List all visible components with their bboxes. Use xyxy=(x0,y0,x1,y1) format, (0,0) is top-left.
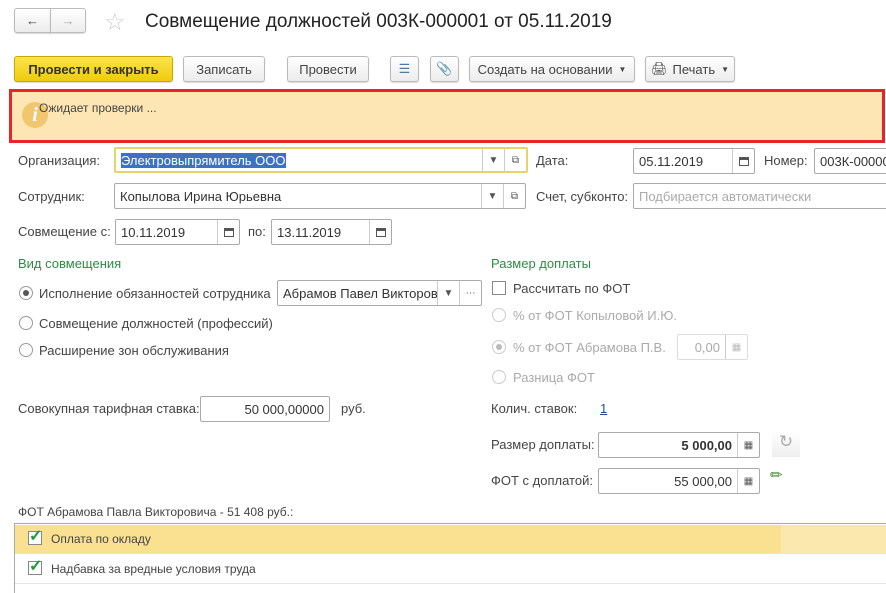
row-checkbox[interactable]: ✓ xyxy=(28,558,42,575)
favorite-star-icon[interactable]: ☆ xyxy=(104,8,126,37)
from-date-field[interactable]: 10.11.2019 xyxy=(115,219,240,245)
dropdown-icon[interactable]: ▼ xyxy=(437,281,459,305)
employee-label: Сотрудник: xyxy=(18,189,85,204)
percent-field[interactable]: 0,00 ▦ xyxy=(677,334,748,360)
rate-unit: руб. xyxy=(341,401,366,416)
number-value: 003К-000001 xyxy=(820,153,886,169)
kind-radio-0[interactable] xyxy=(19,286,33,300)
page-title: Совмещение должностей 003К-000001 от 05.… xyxy=(145,11,612,32)
account-field[interactable]: Подбирается автоматически xyxy=(633,183,886,209)
print-button[interactable]: 🖨 Печать ▼ xyxy=(645,56,735,82)
from-value: 10.11.2019 xyxy=(121,224,186,240)
count-link[interactable]: 1 xyxy=(600,401,607,416)
dropdown-icon[interactable]: ▼ xyxy=(481,184,503,208)
calculator-icon[interactable]: ▦ xyxy=(737,469,759,493)
to-label: по: xyxy=(248,224,266,239)
surcharge-field[interactable]: 5 000,00 ▦ xyxy=(598,432,760,458)
employee-field[interactable]: Копылова Ирина Юрьевна ▼ ⧉ xyxy=(114,183,526,209)
kind-section-title: Вид совмещения xyxy=(18,256,122,271)
surcharge-value: 5 000,00 xyxy=(681,437,732,453)
rate-field[interactable]: 50 000,00000 xyxy=(200,396,330,422)
pay-option-0[interactable]: % от ФОТ Копыловой И.Ю. xyxy=(513,308,677,323)
kind-option-0[interactable]: Исполнение обязанностей сотрудника xyxy=(39,286,271,301)
calendar-icon[interactable] xyxy=(369,220,391,244)
calculator-icon[interactable]: ▦ xyxy=(737,433,759,457)
message-panel: i Ожидает проверки ... xyxy=(9,89,885,143)
fot-total-field[interactable]: 55 000,00 ▦ xyxy=(598,468,760,494)
pay-radio-1[interactable] xyxy=(492,340,506,354)
calendar-icon[interactable] xyxy=(732,149,754,173)
pay-radio-0[interactable] xyxy=(492,308,506,322)
back-button[interactable]: ← xyxy=(14,8,51,33)
create-based-on-button[interactable]: Создать на основании ▼ xyxy=(469,56,635,82)
number-field[interactable]: 003К-000001 xyxy=(814,148,886,174)
refresh-icon[interactable]: ↻ xyxy=(772,432,800,457)
replaced-employee-value: Абрамов Павел Викторович xyxy=(283,285,437,301)
org-value: Электровыпрямитель ООО xyxy=(121,152,286,168)
fot-table-title: ФОТ Абрамова Павла Викторовича - 51 408 … xyxy=(18,505,294,519)
print-label: Печать xyxy=(672,61,716,77)
account-placeholder: Подбирается автоматически xyxy=(639,188,812,204)
post-and-close-button[interactable]: Провести и закрыть xyxy=(14,56,173,82)
calc-by-fot-checkbox[interactable] xyxy=(492,281,506,295)
pay-option-1[interactable]: % от ФОТ Абрамова П.В. xyxy=(513,340,666,355)
calculator-icon[interactable]: ▦ xyxy=(725,335,747,359)
surcharge-label: Размер доплаты: xyxy=(491,437,595,452)
save-button[interactable]: Записать xyxy=(183,56,265,82)
org-field[interactable]: Электровыпрямитель ООО ▼ ⧉ xyxy=(114,147,528,173)
open-icon[interactable]: ⧉ xyxy=(504,149,526,171)
row-label: Надбавка за вредные условия труда xyxy=(51,562,256,576)
pay-radio-2[interactable] xyxy=(492,370,506,384)
checkmark-icon: ✓ xyxy=(29,528,43,545)
attachment-icon[interactable]: 📎 xyxy=(430,56,459,82)
to-date-field[interactable]: 13.11.2019 xyxy=(271,219,392,245)
kind-radio-2[interactable] xyxy=(19,343,33,357)
kind-radio-1[interactable] xyxy=(19,316,33,330)
replaced-employee-field[interactable]: Абрамов Павел Викторович ▼ ⋯ xyxy=(277,280,482,306)
employee-value: Копылова Ирина Юрьевна xyxy=(120,188,282,204)
list-icon[interactable]: ☰ xyxy=(390,56,419,82)
message-text: Ожидает проверки ... xyxy=(39,101,157,115)
chevron-down-icon: ▼ xyxy=(618,64,627,74)
account-label: Счет, субконто: xyxy=(536,189,629,204)
kind-option-2[interactable]: Расширение зон обслуживания xyxy=(39,343,229,358)
table-row[interactable]: ✓ Оплата по окладу xyxy=(15,525,886,554)
pay-option-2[interactable]: Разница ФОТ xyxy=(513,370,595,385)
checkmark-icon: ✓ xyxy=(29,558,43,575)
to-value: 13.11.2019 xyxy=(277,224,342,240)
kind-option-1[interactable]: Совмещение должностей (профессий) xyxy=(39,316,273,331)
row-label: Оплата по окладу xyxy=(51,532,151,546)
printer-icon: 🖨 xyxy=(650,61,668,76)
rate-value: 50 000,00000 xyxy=(244,401,324,417)
dropdown-icon[interactable]: ▼ xyxy=(482,149,504,171)
post-button[interactable]: Провести xyxy=(287,56,369,82)
chevron-down-icon: ▼ xyxy=(721,64,730,74)
date-label: Дата: xyxy=(536,153,569,168)
pencil-icon[interactable]: ✏ xyxy=(770,466,783,484)
fot-total-label: ФОТ с доплатой: xyxy=(491,473,593,488)
open-icon[interactable]: ⧉ xyxy=(503,184,525,208)
rate-label: Совокупная тарифная ставка: xyxy=(18,401,200,416)
count-label: Колич. ставок: xyxy=(491,401,578,416)
row-checkbox[interactable]: ✓ xyxy=(28,528,42,545)
fot-table: ✓ Оплата по окладу ✓ Надбавка за вредные… xyxy=(14,523,886,593)
org-label: Организация: xyxy=(18,153,101,168)
date-field[interactable]: 05.11.2019 xyxy=(633,148,755,174)
calendar-icon[interactable] xyxy=(217,220,239,244)
pay-section-title: Размер доплаты xyxy=(491,256,591,271)
from-label: Совмещение с: xyxy=(18,224,111,239)
number-label: Номер: xyxy=(764,153,808,168)
date-value: 05.11.2019 xyxy=(639,153,704,169)
fot-total-value: 55 000,00 xyxy=(674,473,732,489)
create-based-label: Создать на основании xyxy=(477,61,613,77)
table-row[interactable]: ✓ Надбавка за вредные условия труда xyxy=(15,555,886,584)
more-icon[interactable]: ⋯ xyxy=(459,281,481,305)
forward-button[interactable]: → xyxy=(50,8,86,33)
calc-by-fot-label[interactable]: Рассчитать по ФОТ xyxy=(513,281,630,296)
percent-value: 0,00 xyxy=(694,339,720,355)
